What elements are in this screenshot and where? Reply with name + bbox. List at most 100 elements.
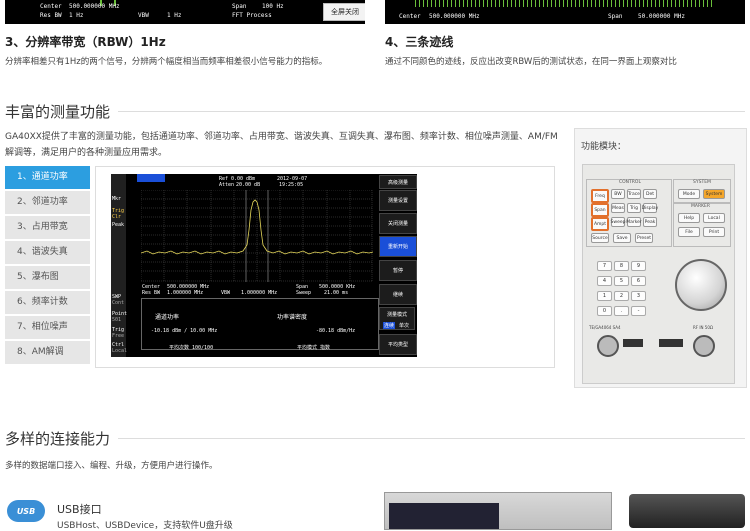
device-photo-rear	[629, 494, 745, 528]
section4-title: 4、三条迹线	[385, 35, 454, 49]
side-label: Cont	[112, 300, 125, 306]
brand-logo	[137, 174, 165, 182]
resbw-value: 1 Hz	[69, 12, 84, 19]
key-trace[interactable]: Trace	[627, 189, 641, 199]
usb-icon: USB	[7, 500, 45, 522]
ch-power-value: -10.18 dBm / 10.00 MHz	[151, 328, 218, 334]
model-label: TE/GA4064 SA4	[589, 325, 621, 330]
key-det[interactable]: Det	[643, 189, 657, 199]
rotary-knob[interactable]	[675, 259, 727, 311]
menu-item-phase-noise[interactable]: 7、相位噪声	[5, 316, 90, 339]
mode-option-single[interactable]: 单次	[399, 322, 409, 329]
numkey-3[interactable]: 3	[631, 291, 646, 301]
numkey-1[interactable]: 1	[597, 291, 612, 301]
key-mode[interactable]: Mode	[678, 189, 700, 199]
center-value: 500.000000 MHz	[69, 3, 120, 10]
numkey-5[interactable]: 5	[614, 276, 629, 286]
section3-title: 3、分辨率带宽（RBW）1Hz	[5, 35, 166, 49]
system-label: SYSTEM	[693, 180, 711, 185]
key-system[interactable]: System	[703, 189, 725, 199]
menu-item-occupied-bw[interactable]: 3、占用带宽	[5, 216, 90, 239]
softkey-restart[interactable]: 重新开始	[379, 236, 417, 257]
top-left-screen: Center 500.000000 MHz Span 100 Hz Res BW…	[5, 0, 365, 24]
menu-item-waterfall[interactable]: 5、瀑布图	[5, 266, 90, 289]
divider	[118, 111, 745, 112]
resbw-label: Res BW	[142, 290, 161, 296]
control-label: CONTROL	[619, 180, 641, 185]
rf-connector-right	[693, 335, 715, 357]
key-marker[interactable]: Marker	[626, 217, 642, 227]
side-label: Free	[112, 333, 125, 339]
rf-in-label: RF IN 50Ω	[693, 325, 713, 330]
span-label: Span	[232, 3, 247, 10]
psd-value: -80.18 dBm/Hz	[316, 328, 356, 334]
measure-section-title: 丰富的测量功能	[5, 103, 111, 121]
measure-intro-line2: 解调等，满足用户的各种测量应用需求。	[5, 148, 168, 158]
mode-option-continuous[interactable]: 连续	[383, 322, 396, 329]
numkey-4[interactable]: 4	[597, 276, 612, 286]
key-freq[interactable]: Freq	[591, 189, 609, 203]
key-source[interactable]: Source	[591, 233, 609, 243]
key-trig[interactable]: Trig	[627, 203, 641, 213]
ch-power-label: 通道功率	[155, 314, 180, 321]
numkey-dot[interactable]: .	[614, 306, 629, 316]
menu-item-channel-power[interactable]: 1、通道功率	[5, 166, 90, 189]
key-bw[interactable]: BW	[611, 189, 625, 199]
key-save[interactable]: Save	[613, 233, 631, 243]
time-text: 19:25:05	[279, 182, 304, 188]
menu-item-am-demod[interactable]: 8、AM解调	[5, 341, 90, 364]
softkey-pause[interactable]: 暂停	[379, 260, 417, 281]
numkey-8[interactable]: 8	[614, 261, 629, 271]
result-table	[141, 298, 379, 350]
menu-item-harmonic[interactable]: 4、谐波失真	[5, 241, 90, 264]
span-value: 50.000000 MHz	[638, 13, 685, 20]
softkey-continue[interactable]: 继续	[379, 284, 417, 305]
avg-count: 平均次数 100/100	[169, 345, 214, 351]
softkey-close-measure[interactable]: 关闭测量	[379, 213, 417, 234]
connect-section-title: 多样的连接能力	[5, 430, 111, 448]
numkey-6[interactable]: 6	[631, 276, 646, 286]
center-label: Center	[40, 3, 62, 10]
key-meas[interactable]: Meas	[611, 203, 625, 213]
fft-process-label: FFT Process	[232, 12, 272, 19]
side-label: Local	[112, 348, 128, 354]
key-display[interactable]: Display	[642, 203, 658, 213]
vbw-value: 1.000000 MHz	[241, 290, 278, 296]
divider	[118, 438, 745, 439]
section3-desc: 分辨率相差只有1Hz的两个信号，分辨两个幅度相当而频率相差很小信号能力的指标。	[5, 57, 328, 67]
resbw-value: 1.000000 MHz	[167, 290, 204, 296]
key-print[interactable]: Print	[703, 227, 725, 237]
key-ampt[interactable]: Ampt	[591, 217, 609, 231]
menu-item-adjacent-power[interactable]: 2、邻道功率	[5, 191, 90, 214]
numkey-0[interactable]: 0	[597, 306, 612, 316]
numkey-7[interactable]: 7	[597, 261, 612, 271]
menu-item-freq-count[interactable]: 6、频率计数	[5, 291, 90, 314]
key-local[interactable]: Local	[703, 213, 725, 223]
warning-label	[623, 339, 643, 347]
span-value: 100 Hz	[262, 3, 284, 10]
side-label: 501	[112, 317, 122, 323]
trace-noise	[415, 0, 715, 7]
key-span[interactable]: Span	[591, 203, 609, 217]
side-label: Peak	[112, 222, 125, 228]
numkey-2[interactable]: 2	[614, 291, 629, 301]
marker-group	[673, 203, 731, 247]
sweep-value: 21.00 ms	[324, 290, 349, 296]
softkey-average-type[interactable]: 平均类型	[379, 334, 417, 355]
softkey-measure-setup[interactable]: 测量设置	[379, 190, 417, 211]
sweep-label: Sweep	[296, 290, 312, 296]
key-preset[interactable]: Preset	[635, 233, 653, 243]
warning-label	[659, 339, 683, 347]
key-sweep[interactable]: Sweep	[611, 217, 625, 227]
numkey-9[interactable]: 9	[631, 261, 646, 271]
connect-desc: 多样的数据端口接入、编程、升级，方便用户进行操作。	[5, 461, 218, 471]
key-peak[interactable]: Peak	[643, 217, 657, 227]
numkey-minus[interactable]: -	[631, 306, 646, 316]
key-file[interactable]: File	[678, 227, 700, 237]
softkey-advanced-measure[interactable]: 高级测量	[379, 175, 417, 189]
fullscreen-off-button[interactable]: 全屏关闭	[323, 3, 365, 21]
vbw-label: VBW	[138, 12, 149, 19]
rf-connector-left	[597, 335, 619, 357]
side-label: Mkr	[112, 196, 122, 202]
key-help[interactable]: Help	[678, 213, 700, 223]
